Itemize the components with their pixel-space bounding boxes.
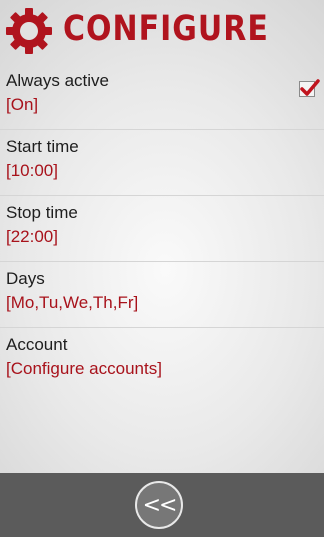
gear-icon <box>6 8 52 54</box>
setting-label: Always active <box>6 71 109 90</box>
setting-stop-time[interactable]: Stop time [22:00] <box>0 196 324 262</box>
setting-value: [22:00] <box>6 227 58 246</box>
setting-account[interactable]: Account [Configure accounts] <box>0 328 324 394</box>
bottom-bar: << <box>0 473 324 537</box>
setting-label: Stop time <box>6 203 78 222</box>
back-button[interactable]: << <box>135 481 183 529</box>
setting-days[interactable]: Days [Mo,Tu,We,Th,Fr] <box>0 262 324 328</box>
setting-value: [Mo,Tu,We,Th,Fr] <box>6 293 139 312</box>
settings-list: Always active [On] Start time [10:00] St… <box>0 64 324 394</box>
setting-label: Days <box>6 269 45 288</box>
header: CONFIGURE <box>0 0 324 60</box>
always-active-checkbox[interactable] <box>299 79 320 97</box>
setting-value: [On] <box>6 95 39 114</box>
setting-start-time[interactable]: Start time [10:00] <box>0 130 324 196</box>
setting-label: Start time <box>6 137 79 156</box>
setting-value: [10:00] <box>6 161 58 180</box>
checkmark-icon <box>300 79 320 96</box>
setting-always-active[interactable]: Always active [On] <box>0 64 324 130</box>
page-title: CONFIGURE <box>63 9 269 50</box>
setting-label: Account <box>6 335 68 354</box>
setting-value: [Configure accounts] <box>6 359 162 378</box>
